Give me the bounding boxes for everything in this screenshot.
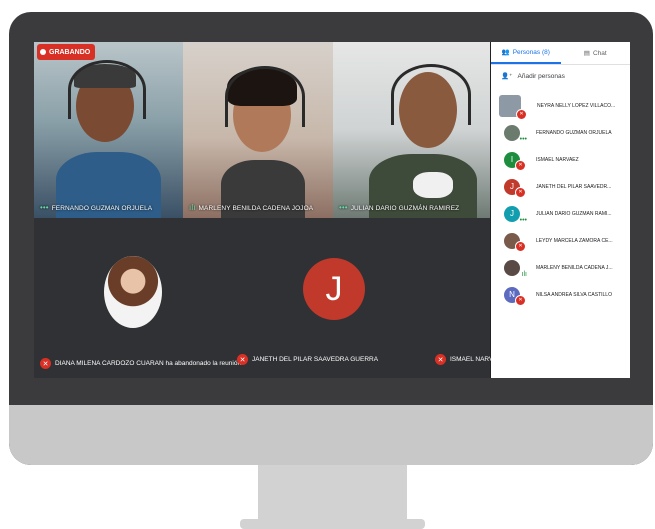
people-panel: 👥 Personas (8) ▤ Chat 👤⁺ Añadir personas…: [491, 42, 630, 378]
people-icon: 👥: [501, 49, 510, 56]
video-tile-fernando[interactable]: ••• FERNANDO GUZMAN ORJUELA: [34, 42, 183, 218]
list-item[interactable]: ✕ LEYDY MARCELA ZAMORA CE...: [491, 227, 630, 254]
speaking-icon: •••: [40, 203, 49, 212]
monitor-stand: [240, 465, 425, 529]
tile-name-text: MARLENY BENILDA CADENA JOJOA: [198, 205, 314, 212]
list-item[interactable]: ✕ NEYRA NELLY LOPEZ VILLACO...: [491, 92, 630, 120]
avatar-janeth: J: [303, 258, 365, 320]
avatar: •••: [504, 124, 527, 143]
participant-name: FERNANDO GUZMAN ORJUELA: [536, 129, 612, 136]
tab-chat-label: Chat: [592, 49, 607, 57]
recording-badge: GRABANDO: [37, 44, 96, 60]
list-item[interactable]: J ••• JULIAN DARIO GUZMÁN RAMÍ...: [491, 200, 630, 227]
avatar-initial: J: [325, 269, 343, 308]
mic-off-icon: ✕: [516, 108, 527, 120]
list-item[interactable]: N ✕ NILSA ANDREA SILVA CASTILLO: [491, 281, 630, 308]
avatar: J •••: [504, 205, 527, 224]
participant-name: LEYDY MARCELA ZAMORA CE...: [536, 237, 613, 244]
face-mask: [413, 172, 453, 198]
avatar-initial: J: [510, 209, 514, 218]
tile-name-text: JULIAN DARIO GUZMÁN RAMIREZ: [350, 205, 460, 212]
participant-name: JULIAN DARIO GUZMÁN RAMÍ...: [536, 210, 612, 217]
add-people-label: Añadir personas: [517, 72, 565, 80]
headset-icon: [225, 66, 305, 127]
leave-notice-text: DIANA MILENA CARDOZO CUARAN ha abandonad…: [55, 360, 242, 367]
avatar: N ✕: [504, 286, 526, 306]
mic-off-icon: ✕: [237, 354, 248, 365]
mic-off-icon: ✕: [515, 159, 526, 171]
tab-chat[interactable]: ▤ Chat: [561, 42, 631, 64]
avatar: ✕: [499, 94, 527, 120]
mic-off-icon: ✕: [515, 240, 526, 252]
avatar-initial: N: [509, 290, 515, 299]
panel-tabs: 👥 Personas (8) ▤ Chat: [491, 42, 630, 65]
participant-name: MARLENY BENILDA CADENA J...: [536, 264, 613, 271]
tab-people[interactable]: 👥 Personas (8): [491, 42, 561, 64]
tile-name: ılı MARLENY BENILDA CADENA JOJOA: [189, 203, 313, 212]
list-item[interactable]: ılı MARLENY BENILDA CADENA J...: [491, 254, 630, 281]
avatar-initial: I: [510, 155, 514, 164]
tile-name-janeth: ✕ JANETH DEL PILAR SAAVEDRA GUERRA: [237, 354, 378, 365]
participant-name: NILSA ANDREA SILVA CASTILLO: [536, 291, 612, 298]
tile-name-text: JANETH DEL PILAR SAAVEDRA GUERRA: [252, 356, 379, 363]
list-item[interactable]: J ✕ JANETH DEL PILAR SAAVEDR...: [491, 173, 630, 200]
avatar: ılı: [504, 259, 527, 278]
tile-name-ismael: ✕ ISMAEL NARVA: [435, 354, 497, 365]
record-dot-icon: [40, 49, 46, 55]
leave-notice: ✕ DIANA MILENA CARDOZO CUARAN ha abandon…: [40, 358, 241, 369]
speaking-icon: ılı: [189, 203, 196, 212]
tile-name: ••• JULIAN DARIO GUZMÁN RAMIREZ: [339, 203, 459, 212]
list-item[interactable]: I ✕ ISMAEL NARVAEZ: [491, 146, 630, 173]
avatar-initial: J: [510, 182, 514, 191]
mic-off-icon: ✕: [515, 294, 526, 306]
speaking-icon: ılı: [521, 270, 527, 278]
tile-name-text: FERNANDO GUZMAN ORJUELA: [51, 205, 153, 212]
recording-label: GRABANDO: [49, 48, 91, 56]
chat-icon: ▤: [583, 50, 590, 57]
participant-list: ✕ NEYRA NELLY LOPEZ VILLACO... ••• FERNA…: [491, 92, 630, 308]
tile-name: ••• FERNANDO GUZMAN ORJUELA: [40, 203, 152, 212]
participant-name: ISMAEL NARVAEZ: [536, 156, 579, 163]
add-people-button[interactable]: 👤⁺ Añadir personas: [491, 65, 630, 87]
speaking-icon: •••: [519, 135, 527, 143]
avatar: J ✕: [504, 178, 526, 198]
video-tile-julian[interactable]: ••• JULIAN DARIO GUZMÁN RAMIREZ: [333, 42, 490, 218]
participant-name: NEYRA NELLY LOPEZ VILLACO...: [537, 102, 616, 109]
mic-off-icon: ✕: [515, 186, 526, 198]
headset-icon: [391, 64, 471, 125]
add-person-icon: 👤⁺: [501, 73, 513, 80]
participant-photo-diana: [104, 256, 162, 328]
monitor-chin: [9, 405, 653, 465]
mic-off-icon: ✕: [40, 358, 51, 369]
tab-people-label: Personas (8): [512, 48, 550, 56]
mic-off-icon: ✕: [435, 354, 446, 365]
video-tile-marleny[interactable]: ılı MARLENY BENILDA CADENA JOJOA: [183, 42, 333, 218]
avatar: I ✕: [504, 151, 526, 171]
participant-name: JANETH DEL PILAR SAAVEDR...: [536, 183, 612, 190]
speaking-icon: •••: [519, 216, 527, 224]
speaking-icon: •••: [339, 203, 348, 212]
headset-icon: [68, 60, 146, 119]
list-item[interactable]: ••• FERNANDO GUZMAN ORJUELA: [491, 119, 630, 146]
avatar: ✕: [504, 232, 526, 252]
